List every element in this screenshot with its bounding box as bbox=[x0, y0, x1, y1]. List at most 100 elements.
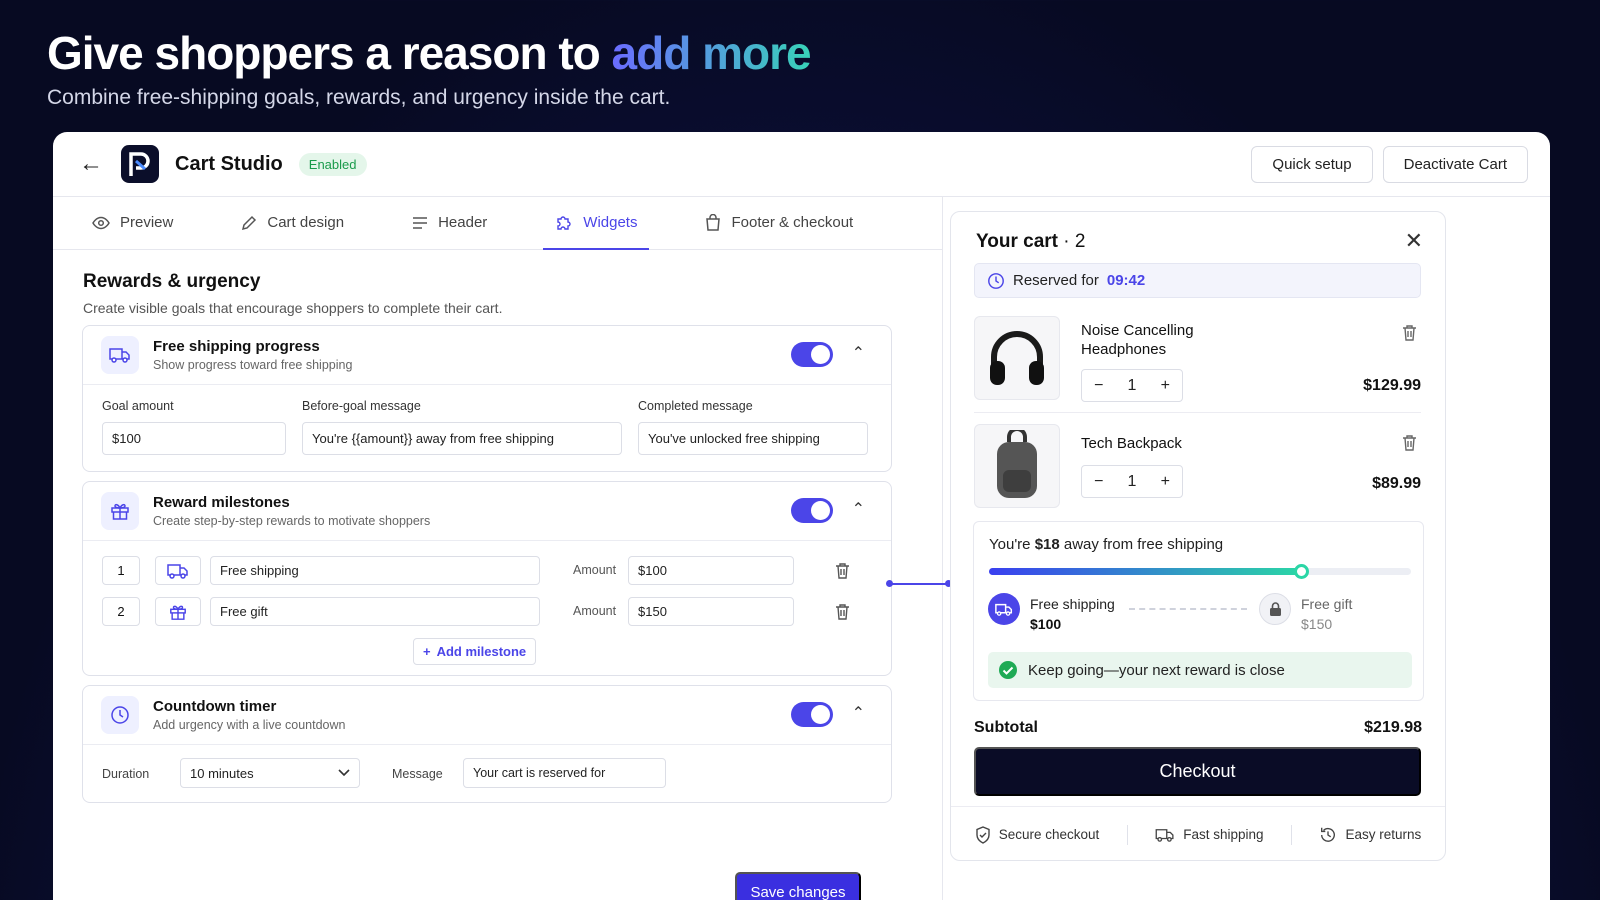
completed-message-input[interactable]: You've unlocked free shipping bbox=[638, 422, 868, 455]
headphones-image bbox=[974, 316, 1060, 400]
countdown-message-input[interactable]: Your cart is reserved for bbox=[463, 758, 666, 788]
progress-amount: $18 bbox=[1034, 536, 1060, 553]
trash-icon[interactable] bbox=[835, 603, 850, 620]
app-window: ← Cart Studio Enabled Quick setup Deacti… bbox=[53, 132, 1550, 900]
settings-panel: Preview Cart design Header Widgets Foote… bbox=[53, 197, 943, 900]
cart-item: Noise Cancelling Headphones − 1 + $129.9… bbox=[974, 316, 1421, 406]
hero-title-plain: Give shoppers a reason to bbox=[47, 27, 612, 79]
amount-label: Amount bbox=[573, 604, 617, 618]
item-price: $89.99 bbox=[1372, 475, 1421, 492]
app-name: Cart Studio bbox=[175, 152, 283, 175]
footer-label: Easy returns bbox=[1345, 827, 1422, 842]
footer-separator bbox=[1291, 824, 1292, 845]
milestone-1-amount: $100 bbox=[1030, 616, 1062, 632]
item-name: Tech Backpack bbox=[1081, 435, 1182, 452]
duration-select[interactable]: 10 minutes bbox=[180, 758, 360, 788]
trash-icon[interactable] bbox=[835, 562, 850, 579]
card-subtitle: Show progress toward free shipping bbox=[153, 358, 353, 372]
tab-bar: Preview Cart design Header Widgets Foote… bbox=[53, 197, 942, 250]
footer-separator bbox=[1126, 824, 1128, 845]
truck-icon[interactable] bbox=[155, 556, 201, 585]
tab-label: Preview bbox=[120, 214, 174, 231]
quantity-value: 1 bbox=[1127, 376, 1137, 394]
save-changes-button[interactable]: Save changes bbox=[735, 872, 861, 900]
section-title: Rewards & urgency bbox=[83, 271, 261, 292]
gift-icon bbox=[101, 492, 139, 530]
eye-icon bbox=[92, 216, 110, 229]
gift-icon[interactable] bbox=[155, 597, 201, 626]
tab-widgets[interactable]: Widgets bbox=[543, 196, 650, 250]
tab-label: Footer & checkout bbox=[731, 214, 854, 231]
minus-icon[interactable]: − bbox=[1094, 473, 1103, 491]
shield-icon bbox=[976, 825, 990, 844]
chevron-up-icon[interactable]: ⌃ bbox=[852, 703, 865, 723]
plus-icon: + bbox=[423, 644, 431, 659]
chevron-down-icon bbox=[338, 769, 350, 777]
progress-suffix: away from free shipping bbox=[1059, 536, 1224, 553]
plus-icon[interactable]: + bbox=[1161, 377, 1170, 395]
milestone-name-input[interactable]: Free shipping bbox=[210, 556, 540, 585]
milestone-2-label: Free gift bbox=[1301, 596, 1353, 612]
close-icon[interactable]: ✕ bbox=[1405, 228, 1423, 254]
hero-title: Give shoppers a reason to add more bbox=[47, 26, 812, 80]
message-label: Message bbox=[392, 767, 443, 781]
goal-amount-input[interactable]: $100 bbox=[102, 422, 286, 455]
card-body: Duration 10 minutes Message Your cart is… bbox=[83, 744, 891, 802]
quantity-value: 1 bbox=[1127, 472, 1137, 490]
countdown-timer-card: Countdown timer Add urgency with a live … bbox=[82, 685, 892, 803]
hero-subtitle: Combine free-shipping goals, rewards, an… bbox=[47, 86, 671, 109]
countdown-toggle[interactable] bbox=[791, 702, 833, 727]
cart-title-text: Your cart bbox=[976, 231, 1059, 252]
shopping-bag-icon bbox=[706, 214, 721, 231]
tab-cart-design[interactable]: Cart design bbox=[229, 196, 356, 249]
before-goal-label: Before-goal message bbox=[302, 399, 421, 413]
tab-preview[interactable]: Preview bbox=[80, 196, 185, 249]
milestone-index: 1 bbox=[102, 556, 140, 585]
reward-milestones-toggle[interactable] bbox=[791, 498, 833, 523]
clock-icon bbox=[988, 272, 1004, 289]
minus-icon[interactable]: − bbox=[1094, 377, 1103, 395]
milestone-index: 2 bbox=[102, 597, 140, 626]
check-circle-icon bbox=[999, 661, 1017, 679]
top-bar: ← Cart Studio Enabled Quick setup Deacti… bbox=[53, 132, 1550, 197]
milestone-amount-input[interactable]: $100 bbox=[628, 556, 794, 585]
reserved-banner: Reserved for 09:42 bbox=[974, 263, 1421, 298]
chevron-up-icon[interactable]: ⌃ bbox=[852, 343, 865, 363]
reward-milestones-card: Reward milestones Create step-by-step re… bbox=[82, 481, 892, 676]
quick-setup-button[interactable]: Quick setup bbox=[1251, 145, 1373, 183]
milestone-amount-input[interactable]: $150 bbox=[628, 597, 794, 626]
pen-icon bbox=[242, 215, 257, 230]
tab-header[interactable]: Header bbox=[400, 196, 499, 249]
plus-icon[interactable]: + bbox=[1161, 473, 1170, 491]
divider bbox=[974, 412, 1421, 413]
milestone-name-input[interactable]: Free gift bbox=[210, 597, 540, 626]
checkout-button[interactable]: Checkout bbox=[974, 747, 1421, 796]
add-milestone-button[interactable]: + Add milestone bbox=[413, 638, 537, 665]
clock-icon bbox=[101, 696, 139, 734]
back-arrow-icon[interactable]: ← bbox=[79, 150, 113, 178]
puzzle-icon bbox=[557, 215, 571, 230]
lock-icon bbox=[1259, 593, 1291, 625]
free-shipping-toggle[interactable] bbox=[791, 342, 833, 367]
card-subtitle: Create step-by-step rewards to motivate … bbox=[153, 514, 431, 528]
card-title: Free shipping progress bbox=[153, 338, 320, 355]
subtotal-value: $219.98 bbox=[1364, 719, 1422, 736]
history-icon bbox=[1321, 827, 1336, 842]
chevron-up-icon[interactable]: ⌃ bbox=[852, 499, 865, 519]
free-shipping-progress: You're $18 away from free shipping Free … bbox=[973, 521, 1424, 701]
cart-item: Tech Backpack − 1 + $89.99 bbox=[974, 424, 1421, 514]
quantity-stepper: − 1 + bbox=[1081, 369, 1183, 402]
card-subtitle: Add urgency with a live countdown bbox=[153, 718, 346, 732]
app-logo bbox=[121, 145, 159, 183]
trash-icon[interactable] bbox=[1402, 434, 1417, 451]
trash-icon[interactable] bbox=[1402, 324, 1417, 341]
cart-footer: Secure checkout Fast shipping Easy retur… bbox=[951, 806, 1445, 860]
deactivate-cart-button[interactable]: Deactivate Cart bbox=[1382, 145, 1528, 183]
truck-icon bbox=[1155, 828, 1174, 842]
tab-footer-checkout[interactable]: Footer & checkout bbox=[693, 196, 865, 249]
before-goal-input[interactable]: You're {{amount}} away from free shippin… bbox=[302, 422, 622, 455]
progress-knob bbox=[1294, 564, 1310, 579]
footer-shipping: Fast shipping bbox=[1155, 827, 1264, 842]
milestone-dash bbox=[1129, 608, 1247, 610]
connector-line bbox=[886, 580, 952, 587]
